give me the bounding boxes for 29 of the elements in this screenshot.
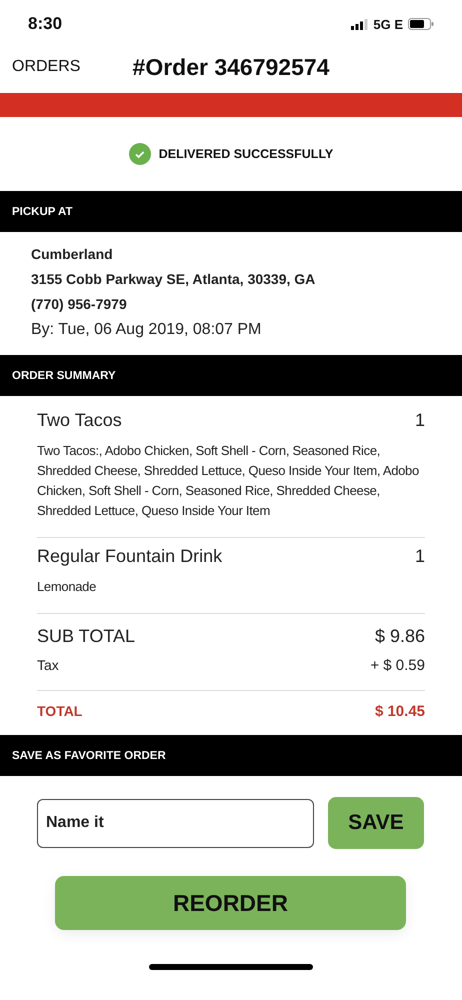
pickup-time: By: Tue, 06 Aug 2019, 08:07 PM	[31, 321, 262, 339]
tax-label: Tax	[37, 657, 59, 673]
item-name: Two Tacos	[37, 410, 122, 431]
battery-icon	[408, 18, 434, 30]
subtotal-label: SUB TOTAL	[37, 626, 136, 647]
section-header: ORDER SUMMARY	[0, 355, 462, 396]
back-link[interactable]: ORDERS	[12, 58, 133, 76]
item-quantity: 1	[414, 410, 425, 431]
item-name: Regular Fountain Drink	[37, 546, 222, 567]
name-input-field[interactable]: Name it	[37, 798, 314, 848]
item-quantity: 1	[414, 546, 425, 567]
reorder-button[interactable]: REORDER	[55, 876, 406, 930]
total-amount: $ 10.45	[374, 703, 425, 720]
signal-icon	[351, 18, 368, 30]
page-title: #Order 346792574	[132, 54, 330, 80]
section-header: SAVE AS FAVORITE ORDER	[0, 735, 462, 776]
store-name: Cumberland	[31, 246, 114, 262]
subtotal-amount: $ 9.86	[374, 626, 425, 647]
item-details: Two Tacos:, Adobo Chicken, Soft Shell - Corn, Seasoned Rice, Shredded Cheese, Shredded Lettuce, Queso Inside Your Item, Adobo Chicken, Soft Shell - Corn, Seasoned Rice, Shredded Cheese, Shredded Lettuce, Queso Inside Your Item	[37, 442, 420, 520]
store-address: 3155 Cobb Parkway SE, Atlanta, 30339, GA	[31, 271, 316, 287]
clock-time: 8:30	[28, 14, 62, 34]
item-details: Lemonade	[37, 578, 98, 596]
tax-amount: + $ 0.59	[370, 657, 425, 674]
section-header: PICKUP AT	[0, 191, 462, 232]
save-button[interactable]: SAVE	[328, 797, 424, 849]
store-phone: (770) 956-7979	[31, 296, 128, 312]
total-label: TOTAL	[37, 703, 82, 719]
network-label: 5G E	[373, 16, 403, 32]
delivery-status: DELIVERED SUCCESSFULLY	[158, 147, 334, 161]
